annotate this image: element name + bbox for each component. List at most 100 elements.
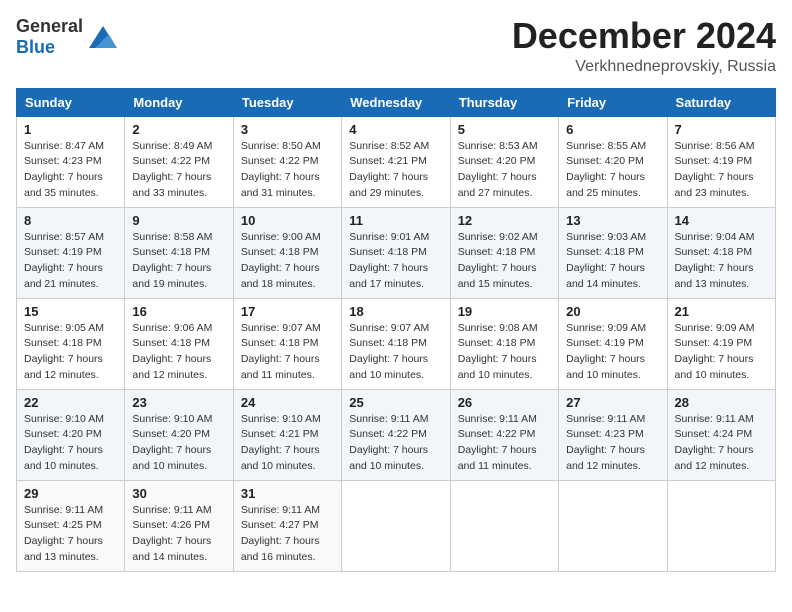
sunrise-label: Sunrise: 8:55 AM bbox=[566, 140, 646, 152]
sunset-label: Sunset: 4:20 PM bbox=[458, 155, 536, 167]
day-info: Sunrise: 8:52 AM Sunset: 4:21 PM Dayligh… bbox=[349, 139, 442, 202]
calendar-cell: 11 Sunrise: 9:01 AM Sunset: 4:18 PM Dayl… bbox=[342, 207, 450, 298]
day-number: 25 bbox=[349, 395, 442, 410]
daylight-label: Daylight: 7 hours and 17 minutes. bbox=[349, 262, 428, 290]
day-info: Sunrise: 9:11 AM Sunset: 4:24 PM Dayligh… bbox=[675, 412, 768, 475]
day-info: Sunrise: 9:07 AM Sunset: 4:18 PM Dayligh… bbox=[241, 321, 334, 384]
sunset-label: Sunset: 4:18 PM bbox=[349, 337, 427, 349]
sunrise-label: Sunrise: 8:56 AM bbox=[675, 140, 755, 152]
calendar-cell: 2 Sunrise: 8:49 AM Sunset: 4:22 PM Dayli… bbox=[125, 116, 233, 207]
calendar-cell bbox=[667, 480, 775, 571]
day-info: Sunrise: 9:09 AM Sunset: 4:19 PM Dayligh… bbox=[675, 321, 768, 384]
day-number: 11 bbox=[349, 213, 442, 228]
calendar-cell: 7 Sunrise: 8:56 AM Sunset: 4:19 PM Dayli… bbox=[667, 116, 775, 207]
calendar-cell: 18 Sunrise: 9:07 AM Sunset: 4:18 PM Dayl… bbox=[342, 298, 450, 389]
calendar-cell: 12 Sunrise: 9:02 AM Sunset: 4:18 PM Dayl… bbox=[450, 207, 558, 298]
calendar-cell bbox=[559, 480, 667, 571]
weekday-header-sunday: Sunday bbox=[17, 88, 125, 116]
day-info: Sunrise: 9:02 AM Sunset: 4:18 PM Dayligh… bbox=[458, 230, 551, 293]
daylight-label: Daylight: 7 hours and 10 minutes. bbox=[566, 353, 645, 381]
day-info: Sunrise: 9:00 AM Sunset: 4:18 PM Dayligh… bbox=[241, 230, 334, 293]
sunrise-label: Sunrise: 9:11 AM bbox=[458, 413, 537, 425]
calendar-cell: 17 Sunrise: 9:07 AM Sunset: 4:18 PM Dayl… bbox=[233, 298, 341, 389]
calendar-cell: 16 Sunrise: 9:06 AM Sunset: 4:18 PM Dayl… bbox=[125, 298, 233, 389]
day-info: Sunrise: 9:11 AM Sunset: 4:22 PM Dayligh… bbox=[349, 412, 442, 475]
sunset-label: Sunset: 4:22 PM bbox=[241, 155, 319, 167]
logo: General Blue bbox=[16, 16, 117, 58]
sunset-label: Sunset: 4:18 PM bbox=[241, 246, 319, 258]
sunrise-label: Sunrise: 9:10 AM bbox=[24, 413, 104, 425]
calendar-cell: 27 Sunrise: 9:11 AM Sunset: 4:23 PM Dayl… bbox=[559, 389, 667, 480]
sunrise-label: Sunrise: 8:49 AM bbox=[132, 140, 212, 152]
calendar-cell: 1 Sunrise: 8:47 AM Sunset: 4:23 PM Dayli… bbox=[17, 116, 125, 207]
daylight-label: Daylight: 7 hours and 16 minutes. bbox=[241, 535, 320, 563]
calendar-cell: 30 Sunrise: 9:11 AM Sunset: 4:26 PM Dayl… bbox=[125, 480, 233, 571]
weekday-header-monday: Monday bbox=[125, 88, 233, 116]
weekday-header-thursday: Thursday bbox=[450, 88, 558, 116]
sunrise-label: Sunrise: 9:11 AM bbox=[132, 504, 211, 516]
sunrise-label: Sunrise: 9:07 AM bbox=[241, 322, 321, 334]
day-info: Sunrise: 9:11 AM Sunset: 4:27 PM Dayligh… bbox=[241, 503, 334, 566]
day-number: 10 bbox=[241, 213, 334, 228]
day-number: 18 bbox=[349, 304, 442, 319]
calendar-week-2: 8 Sunrise: 8:57 AM Sunset: 4:19 PM Dayli… bbox=[17, 207, 776, 298]
sunset-label: Sunset: 4:18 PM bbox=[458, 337, 536, 349]
calendar-cell: 21 Sunrise: 9:09 AM Sunset: 4:19 PM Dayl… bbox=[667, 298, 775, 389]
daylight-label: Daylight: 7 hours and 33 minutes. bbox=[132, 171, 211, 199]
day-number: 29 bbox=[24, 486, 117, 501]
calendar-cell: 22 Sunrise: 9:10 AM Sunset: 4:20 PM Dayl… bbox=[17, 389, 125, 480]
sunrise-label: Sunrise: 9:11 AM bbox=[241, 504, 320, 516]
day-info: Sunrise: 8:56 AM Sunset: 4:19 PM Dayligh… bbox=[675, 139, 768, 202]
calendar-cell: 15 Sunrise: 9:05 AM Sunset: 4:18 PM Dayl… bbox=[17, 298, 125, 389]
sunset-label: Sunset: 4:25 PM bbox=[24, 519, 102, 531]
day-number: 3 bbox=[241, 122, 334, 137]
sunrise-label: Sunrise: 9:01 AM bbox=[349, 231, 429, 243]
daylight-label: Daylight: 7 hours and 19 minutes. bbox=[132, 262, 211, 290]
sunrise-label: Sunrise: 9:10 AM bbox=[241, 413, 321, 425]
sunset-label: Sunset: 4:19 PM bbox=[24, 246, 102, 258]
calendar-cell: 20 Sunrise: 9:09 AM Sunset: 4:19 PM Dayl… bbox=[559, 298, 667, 389]
title-section: December 2024 Verkhnedneprovskiy, Russia bbox=[512, 16, 776, 76]
day-info: Sunrise: 9:09 AM Sunset: 4:19 PM Dayligh… bbox=[566, 321, 659, 384]
calendar-cell: 29 Sunrise: 9:11 AM Sunset: 4:25 PM Dayl… bbox=[17, 480, 125, 571]
calendar-cell: 9 Sunrise: 8:58 AM Sunset: 4:18 PM Dayli… bbox=[125, 207, 233, 298]
daylight-label: Daylight: 7 hours and 12 minutes. bbox=[24, 353, 103, 381]
daylight-label: Daylight: 7 hours and 35 minutes. bbox=[24, 171, 103, 199]
sunrise-label: Sunrise: 9:09 AM bbox=[675, 322, 755, 334]
sunrise-label: Sunrise: 9:11 AM bbox=[675, 413, 754, 425]
day-number: 31 bbox=[241, 486, 334, 501]
day-info: Sunrise: 8:58 AM Sunset: 4:18 PM Dayligh… bbox=[132, 230, 225, 293]
day-number: 22 bbox=[24, 395, 117, 410]
calendar-cell: 6 Sunrise: 8:55 AM Sunset: 4:20 PM Dayli… bbox=[559, 116, 667, 207]
sunrise-label: Sunrise: 9:11 AM bbox=[566, 413, 645, 425]
calendar-cell bbox=[342, 480, 450, 571]
daylight-label: Daylight: 7 hours and 12 minutes. bbox=[675, 444, 754, 472]
sunset-label: Sunset: 4:18 PM bbox=[24, 337, 102, 349]
sunrise-label: Sunrise: 8:58 AM bbox=[132, 231, 212, 243]
calendar-week-5: 29 Sunrise: 9:11 AM Sunset: 4:25 PM Dayl… bbox=[17, 480, 776, 571]
daylight-label: Daylight: 7 hours and 13 minutes. bbox=[675, 262, 754, 290]
sunrise-label: Sunrise: 8:52 AM bbox=[349, 140, 429, 152]
daylight-label: Daylight: 7 hours and 10 minutes. bbox=[24, 444, 103, 472]
sunrise-label: Sunrise: 8:50 AM bbox=[241, 140, 321, 152]
day-number: 19 bbox=[458, 304, 551, 319]
day-info: Sunrise: 9:03 AM Sunset: 4:18 PM Dayligh… bbox=[566, 230, 659, 293]
day-info: Sunrise: 9:06 AM Sunset: 4:18 PM Dayligh… bbox=[132, 321, 225, 384]
sunrise-label: Sunrise: 8:53 AM bbox=[458, 140, 538, 152]
sunset-label: Sunset: 4:22 PM bbox=[132, 155, 210, 167]
sunset-label: Sunset: 4:24 PM bbox=[675, 428, 753, 440]
daylight-label: Daylight: 7 hours and 21 minutes. bbox=[24, 262, 103, 290]
page-header: General Blue December 2024 Verkhnednepro… bbox=[16, 16, 776, 76]
day-number: 16 bbox=[132, 304, 225, 319]
sunrise-label: Sunrise: 9:05 AM bbox=[24, 322, 104, 334]
daylight-label: Daylight: 7 hours and 13 minutes. bbox=[24, 535, 103, 563]
day-number: 7 bbox=[675, 122, 768, 137]
daylight-label: Daylight: 7 hours and 27 minutes. bbox=[458, 171, 537, 199]
day-number: 23 bbox=[132, 395, 225, 410]
calendar-cell: 8 Sunrise: 8:57 AM Sunset: 4:19 PM Dayli… bbox=[17, 207, 125, 298]
day-number: 24 bbox=[241, 395, 334, 410]
sunrise-label: Sunrise: 9:06 AM bbox=[132, 322, 212, 334]
daylight-label: Daylight: 7 hours and 12 minutes. bbox=[132, 353, 211, 381]
sunset-label: Sunset: 4:18 PM bbox=[458, 246, 536, 258]
daylight-label: Daylight: 7 hours and 11 minutes. bbox=[458, 444, 537, 472]
